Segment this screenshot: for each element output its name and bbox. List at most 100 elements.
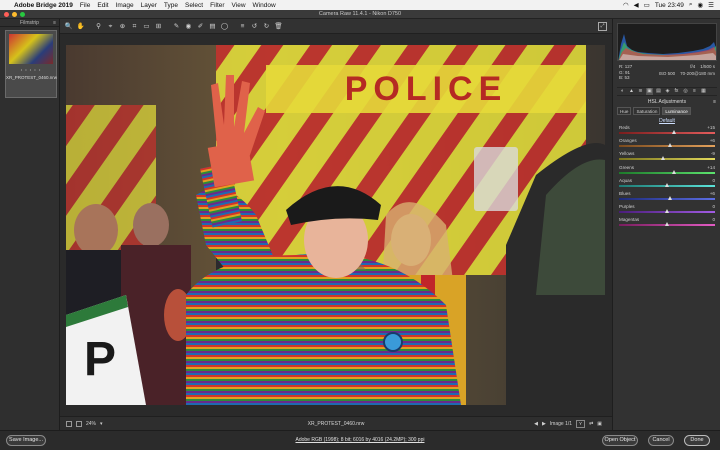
battery-icon[interactable]: ▭ xyxy=(644,1,650,9)
tab-hue[interactable]: Hue xyxy=(617,107,632,115)
spot-removal-icon[interactable]: ✎ xyxy=(172,22,181,31)
lens-value: 70-200@180 mm xyxy=(680,70,715,76)
menu-window[interactable]: Window xyxy=(253,2,276,9)
thumbnail-image[interactable] xyxy=(9,34,53,64)
slider-value[interactable]: -9 xyxy=(711,151,715,156)
color-sampler-icon[interactable]: ⌖ xyxy=(106,22,115,31)
menu-file[interactable]: File xyxy=(80,2,90,9)
filmstrip-menu-icon[interactable]: ≡ xyxy=(53,19,56,27)
image-canvas[interactable]: POLICE P xyxy=(60,34,612,416)
volume-icon[interactable]: ◀ xyxy=(634,1,639,9)
menu-edit[interactable]: Edit xyxy=(97,2,108,9)
menubar-clock[interactable]: Tue 23:49 xyxy=(655,2,684,9)
split-toning-tab-icon[interactable]: ▤ xyxy=(655,88,662,95)
graduated-filter-icon[interactable]: ▤ xyxy=(208,22,217,31)
fullscreen-toggle-icon[interactable]: ⤢ xyxy=(598,22,607,31)
transform-icon[interactable]: ⊞ xyxy=(154,22,163,31)
effects-tab-icon[interactable]: fx xyxy=(673,88,680,95)
tab-saturation[interactable]: Saturation xyxy=(633,107,661,115)
slider-value[interactable]: +6 xyxy=(710,138,715,143)
zoom-tool-icon[interactable]: 🔍 xyxy=(64,22,73,31)
menu-layer[interactable]: Layer xyxy=(141,2,157,9)
open-object-button[interactable]: Open Object xyxy=(602,435,638,446)
before-after-y-button[interactable]: Y xyxy=(576,420,586,428)
default-link[interactable]: Default xyxy=(617,117,717,125)
wifi-icon[interactable]: ◠ xyxy=(623,1,629,9)
lens-corrections-tab-icon[interactable]: ◈ xyxy=(664,88,671,95)
siri-icon[interactable]: ◉ xyxy=(698,1,704,9)
protest-photo-illustration: POLICE P xyxy=(66,45,605,405)
slider-reds[interactable]: Reds +15 xyxy=(619,125,715,137)
menu-view[interactable]: View xyxy=(232,2,246,9)
slider-label: Greens xyxy=(619,164,635,170)
slider-label: Aquas xyxy=(619,177,633,183)
compare-settings-icon[interactable]: ▣ xyxy=(597,421,602,427)
slider-yellows[interactable]: Yellows -9 xyxy=(619,151,715,163)
swap-settings-icon[interactable]: ⇄ xyxy=(589,421,593,427)
crop-icon[interactable]: ⌗ xyxy=(130,22,139,31)
slider-aquas[interactable]: Aquas 0 xyxy=(619,178,715,190)
filmstrip-thumbnail[interactable]: • • • • • XR_PROTEST_0460.nrw xyxy=(5,30,57,98)
menu-image[interactable]: Image xyxy=(116,2,134,9)
slider-greens[interactable]: Greens +14 xyxy=(619,165,715,177)
slider-track[interactable] xyxy=(619,158,715,161)
slider-thumb[interactable] xyxy=(660,156,665,161)
menu-type[interactable]: Type xyxy=(164,2,178,9)
panel-menu-icon[interactable]: ≡ xyxy=(713,98,716,106)
snapshots-tab-icon[interactable]: ▦ xyxy=(700,88,707,95)
tab-luminance[interactable]: Luminance xyxy=(662,107,691,115)
slider-track[interactable] xyxy=(619,171,715,174)
slider-thumb[interactable] xyxy=(665,222,669,227)
image-status-bar: 24% ▾ XR_PROTEST_0460.nrw ◀ ▶ Image 1/1 … xyxy=(60,416,612,430)
rgb-readout: R: 127 G: 91 B: 53 f/4 1/500 s ISO 500 70-… xyxy=(617,64,717,84)
red-value: 127 xyxy=(624,64,633,69)
slider-value[interactable]: 0 xyxy=(712,178,715,183)
slider-value[interactable]: +6 xyxy=(710,191,715,196)
adjustment-panel: R: 127 G: 91 B: 53 f/4 1/500 s ISO 500 70-… xyxy=(612,19,720,430)
presets-tab-icon[interactable]: ≡ xyxy=(691,88,698,95)
rating-stars[interactable]: • • • • • xyxy=(6,67,56,72)
slider-value[interactable]: +15 xyxy=(707,125,715,130)
red-eye-icon[interactable]: ◉ xyxy=(184,22,193,31)
hand-tool-icon[interactable]: ✋ xyxy=(76,22,85,31)
slider-thumb[interactable] xyxy=(665,182,669,187)
slider-value[interactable]: +14 xyxy=(707,165,715,170)
slider-value[interactable]: 0 xyxy=(712,204,715,209)
slider-purples[interactable]: Purples 0 xyxy=(619,204,715,216)
slider-track[interactable] xyxy=(619,132,715,134)
detail-tab-icon[interactable]: ≋ xyxy=(637,88,644,95)
menu-select[interactable]: Select xyxy=(185,2,203,9)
preferences-icon[interactable]: ≡ xyxy=(238,22,247,31)
slider-magentas[interactable]: Magentas 0 xyxy=(619,217,715,229)
slider-oranges[interactable]: Oranges +6 xyxy=(619,138,715,150)
adjustment-brush-icon[interactable]: ✐ xyxy=(196,22,205,31)
prev-image-icon[interactable]: ◀ xyxy=(534,421,538,427)
slider-value[interactable]: 0 xyxy=(712,217,715,222)
straighten-icon[interactable]: ▭ xyxy=(142,22,151,31)
tone-curve-tab-icon[interactable]: ▲ xyxy=(628,88,635,95)
white-balance-icon[interactable]: ⚲ xyxy=(94,22,103,31)
notification-center-icon[interactable]: ☰ xyxy=(708,1,714,9)
app-menu[interactable]: Adobe Bridge 2019 xyxy=(14,2,73,9)
next-image-icon[interactable]: ▶ xyxy=(542,421,546,427)
done-button[interactable]: Done xyxy=(684,435,710,446)
slider-thumb[interactable] xyxy=(667,196,672,200)
trash-icon[interactable]: 🗑 xyxy=(274,22,283,31)
target-adjust-icon[interactable]: ⊕ xyxy=(118,22,127,31)
rotate-left-icon[interactable]: ↺ xyxy=(250,22,259,31)
hsl-subtabs: Hue Saturation Luminance xyxy=(617,107,717,115)
cancel-button[interactable]: Cancel xyxy=(648,435,674,446)
calibration-tab-icon[interactable]: ◎ xyxy=(682,88,689,95)
preview-photo[interactable]: POLICE P xyxy=(66,45,605,405)
basic-tab-icon[interactable]: ◐ xyxy=(619,88,626,95)
slider-thumb[interactable] xyxy=(671,169,676,174)
slider-thumb[interactable] xyxy=(667,143,672,148)
radial-filter-icon[interactable]: ◯ xyxy=(220,22,229,31)
spotlight-icon[interactable]: ⌕ xyxy=(689,1,693,9)
slider-thumb[interactable] xyxy=(672,130,677,134)
slider-thumb[interactable] xyxy=(665,209,669,214)
slider-blues[interactable]: Blues +6 xyxy=(619,191,715,203)
rotate-right-icon[interactable]: ↻ xyxy=(262,22,271,31)
menu-filter[interactable]: Filter xyxy=(210,2,224,9)
hsl-tab-icon[interactable]: ▣ xyxy=(646,88,653,95)
